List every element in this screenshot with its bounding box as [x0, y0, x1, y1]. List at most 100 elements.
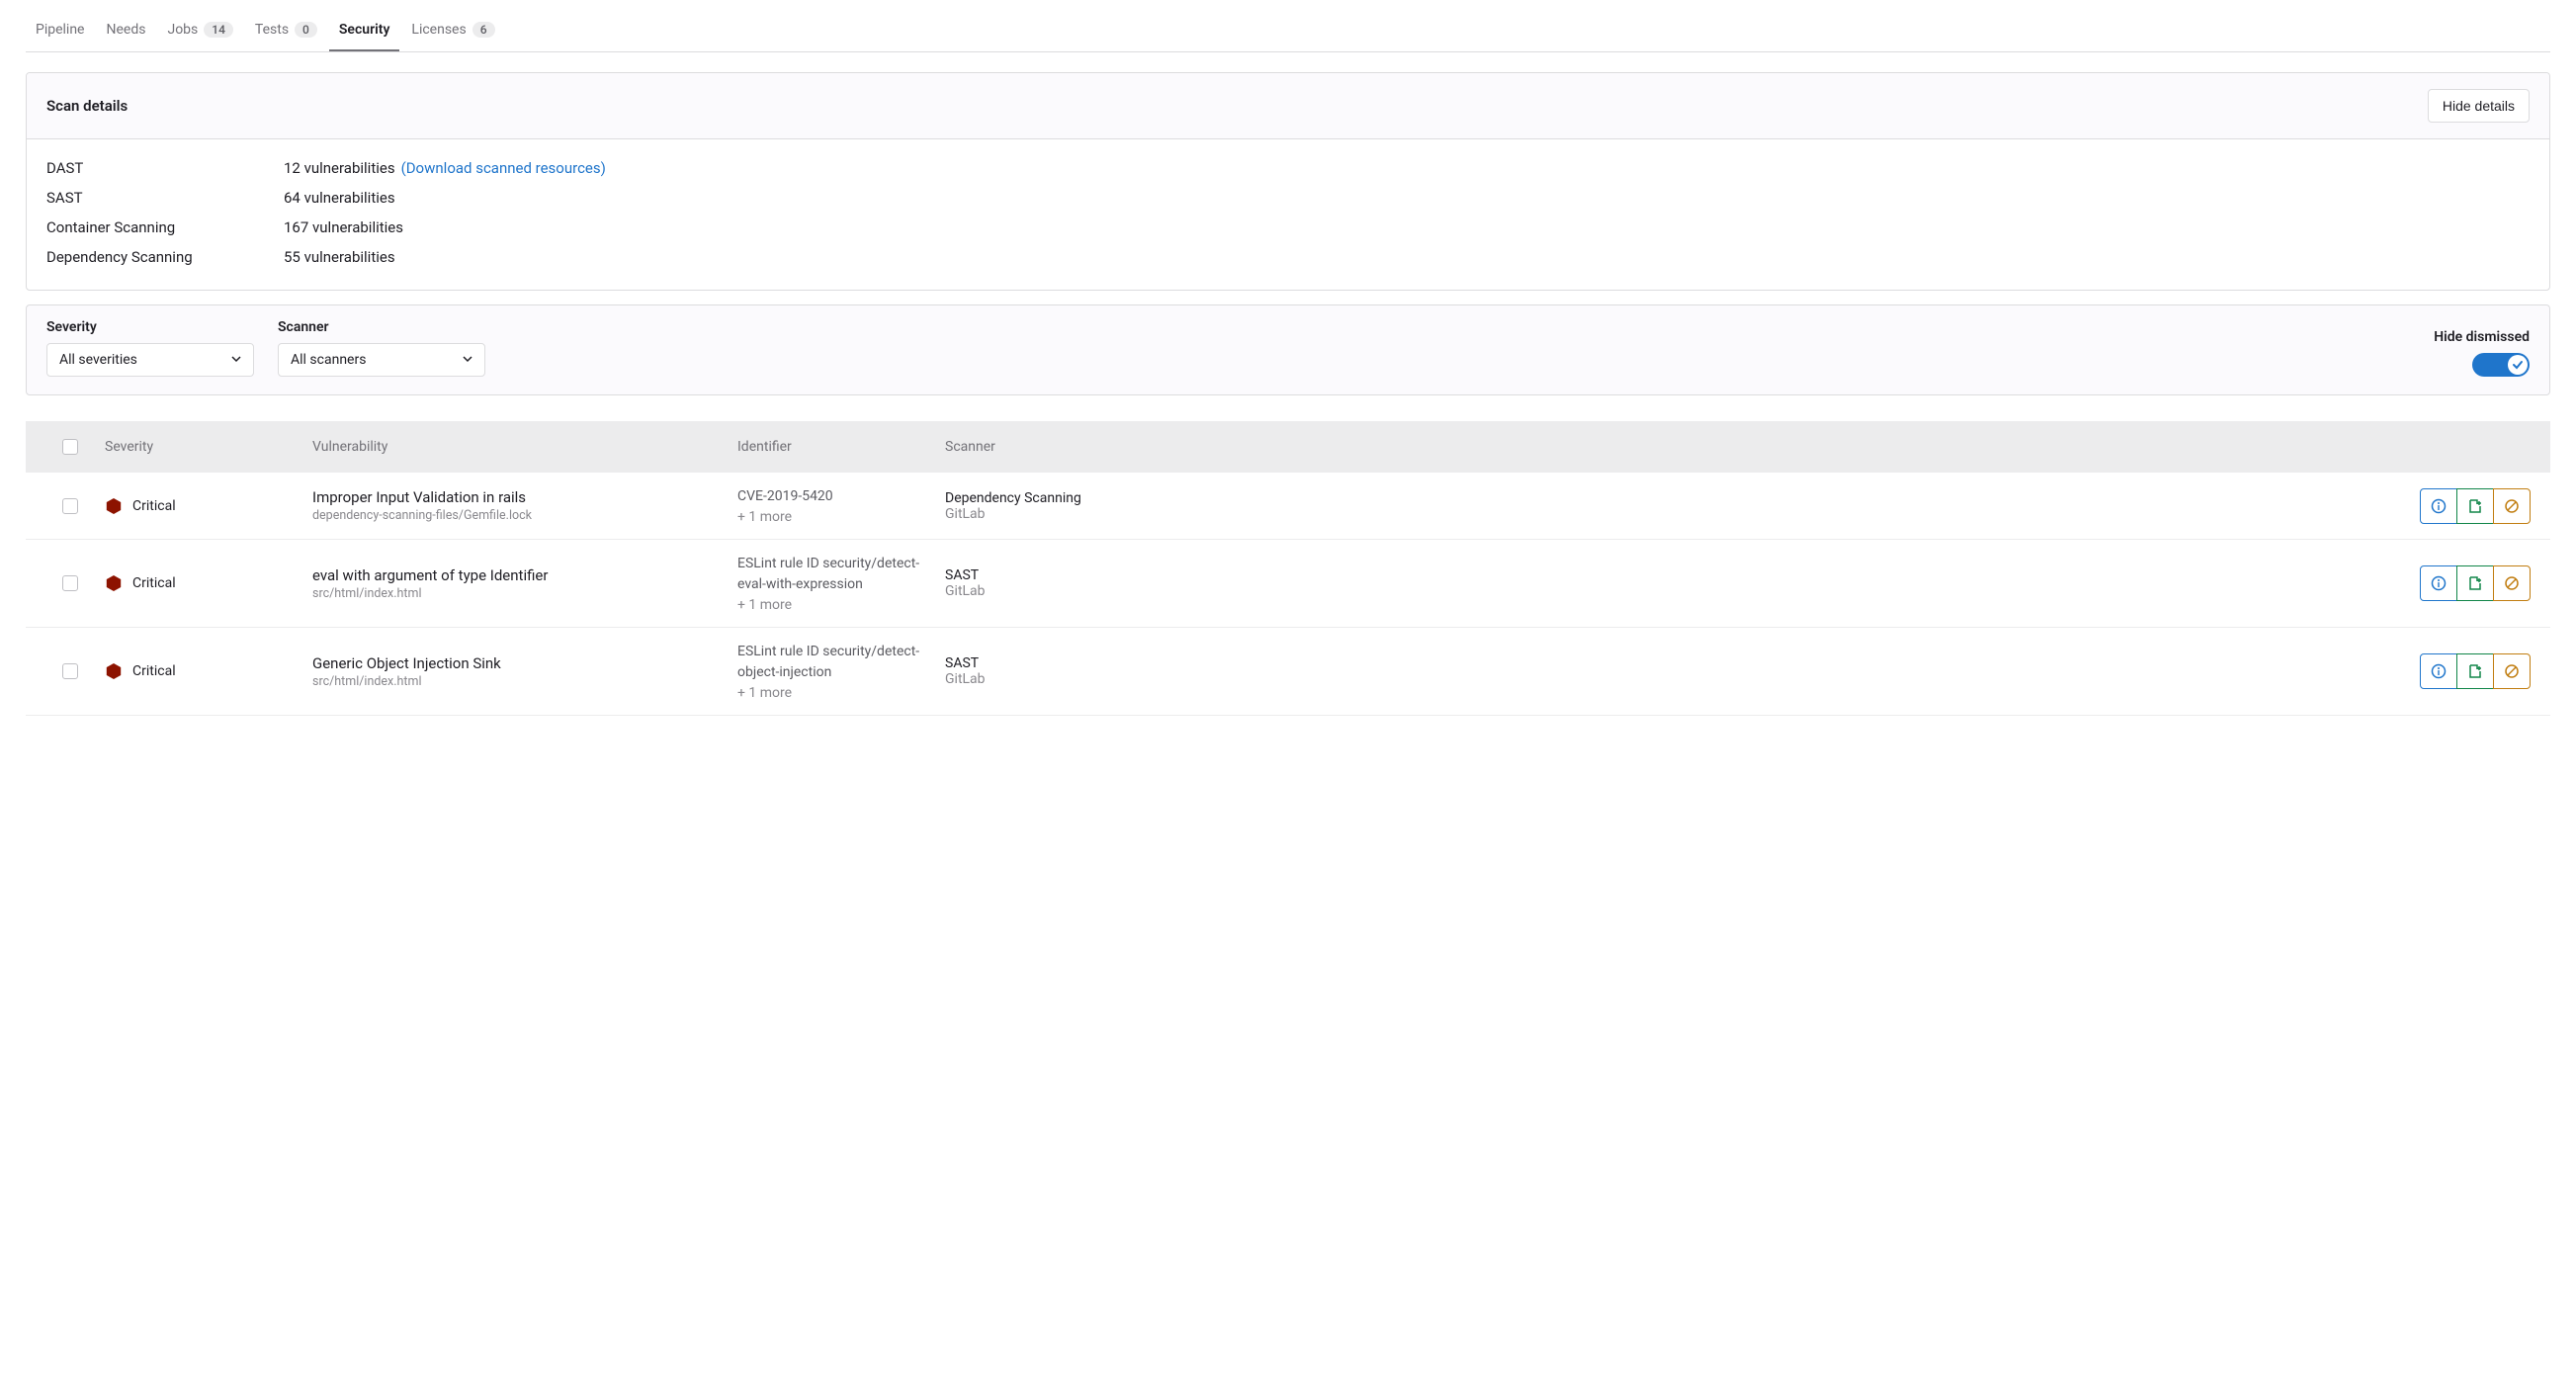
row-checkbox[interactable]	[62, 575, 78, 591]
actions-cell	[1242, 653, 2540, 689]
tab-label: Licenses	[411, 22, 466, 38]
table-row: Critical Generic Object Injection Sink s…	[26, 628, 2550, 716]
tab-badge: 0	[295, 22, 317, 38]
col-scanner: Scanner	[945, 439, 1242, 455]
scan-value: 64 vulnerabilities	[284, 189, 395, 207]
scanner-select[interactable]: All scanners	[278, 343, 485, 377]
dismiss-icon	[2504, 498, 2520, 514]
scan-label: Container Scanning	[46, 218, 284, 236]
hide-dismissed-group: Hide dismissed	[2434, 329, 2530, 377]
dismiss-button[interactable]	[2493, 653, 2531, 689]
filter-bar: Severity All severities Scanner All scan…	[26, 304, 2550, 395]
tab-jobs[interactable]: Jobs 14	[157, 14, 242, 51]
tab-badge: 6	[472, 22, 495, 38]
identifier-more: + 1 more	[737, 597, 945, 613]
row-checkbox[interactable]	[62, 663, 78, 679]
severity-critical-icon	[105, 574, 123, 592]
vuln-title[interactable]: Improper Input Validation in rails	[312, 488, 737, 506]
scan-label: SAST	[46, 189, 284, 207]
info-icon	[2431, 575, 2447, 591]
scanner-name: SAST	[945, 655, 1242, 671]
scanner-cell: SAST GitLab	[945, 655, 1242, 687]
severity-critical-icon	[105, 497, 123, 515]
filter-label: Scanner	[278, 319, 485, 335]
select-all-checkbox[interactable]	[62, 439, 78, 455]
card-body: DAST 12 vulnerabilities (Download scanned…	[27, 139, 2549, 290]
tab-label: Needs	[107, 22, 146, 38]
severity-critical-icon	[105, 662, 123, 680]
chevron-down-icon	[463, 352, 472, 368]
filter-label: Severity	[46, 319, 254, 335]
vuln-cell: Improper Input Validation in rails depen…	[312, 488, 737, 523]
filter-scanner: Scanner All scanners	[278, 319, 485, 377]
create-issue-button[interactable]	[2456, 488, 2494, 524]
tab-badge: 14	[204, 22, 233, 38]
col-severity: Severity	[105, 439, 312, 455]
severity-name: Critical	[132, 575, 176, 591]
tab-pipeline[interactable]: Pipeline	[26, 14, 95, 51]
scan-row-sast: SAST 64 vulnerabilities	[46, 183, 2530, 213]
scanner-cell: SAST GitLab	[945, 567, 1242, 599]
tab-licenses[interactable]: Licenses 6	[401, 14, 504, 51]
tab-tests[interactable]: Tests0	[245, 14, 327, 51]
dismiss-button[interactable]	[2493, 488, 2531, 524]
select-value: All severities	[59, 352, 137, 368]
actions-cell	[1242, 565, 2540, 601]
scan-label: DAST	[46, 159, 284, 177]
vuln-path: dependency-scanning-files/Gemfile.lock	[312, 508, 737, 523]
severity-cell: Critical	[105, 574, 312, 592]
create-issue-button[interactable]	[2456, 653, 2494, 689]
tab-security[interactable]: Security	[329, 14, 400, 51]
hide-details-button[interactable]: Hide details	[2428, 89, 2530, 123]
tab-label: Jobs	[167, 22, 198, 38]
more-info-button[interactable]	[2420, 565, 2457, 601]
scanner-name: Dependency Scanning	[945, 490, 1242, 506]
scanner-name: SAST	[945, 567, 1242, 583]
hide-dismissed-toggle[interactable]	[2472, 353, 2530, 377]
tabs: Pipeline Needs Jobs 14 Tests0 Security Li…	[26, 0, 2550, 52]
create-issue-button[interactable]	[2456, 565, 2494, 601]
scan-value: 55 vulnerabilities	[284, 248, 395, 266]
actions-cell	[1242, 488, 2540, 524]
tab-needs[interactable]: Needs	[97, 14, 156, 51]
scan-row-dependency: Dependency Scanning 55 vulnerabilities	[46, 242, 2530, 272]
severity-name: Critical	[132, 498, 176, 514]
scan-details-card: Scan details Hide details DAST 12 vulner…	[26, 72, 2550, 291]
new-issue-icon	[2467, 498, 2483, 514]
table-header: Severity Vulnerability Identifier Scanne…	[26, 421, 2550, 473]
identifier-cell: ESLint rule ID security/detect-eval-with…	[737, 554, 945, 613]
more-info-button[interactable]	[2420, 488, 2457, 524]
download-scanned-link[interactable]: (Download scanned resources)	[401, 159, 606, 177]
identifier-text: ESLint rule ID security/detect-object-in…	[737, 642, 945, 683]
identifier-more: + 1 more	[737, 685, 945, 701]
dismiss-icon	[2504, 575, 2520, 591]
vuln-title[interactable]: eval with argument of type Identifier	[312, 566, 737, 584]
severity-cell: Critical	[105, 497, 312, 515]
scan-row-dast: DAST 12 vulnerabilities (Download scanned…	[46, 153, 2530, 183]
more-info-button[interactable]	[2420, 653, 2457, 689]
identifier-more: + 1 more	[737, 509, 945, 525]
tab-label: Security	[339, 22, 390, 38]
filter-severity: Severity All severities	[46, 319, 254, 377]
col-vulnerability: Vulnerability	[312, 439, 737, 455]
new-issue-icon	[2467, 575, 2483, 591]
scan-value: 167 vulnerabilities	[284, 218, 403, 236]
row-checkbox[interactable]	[62, 498, 78, 514]
scan-count: 12 vulnerabilities	[284, 159, 395, 177]
scanner-vendor: GitLab	[945, 583, 1242, 599]
vuln-cell: eval with argument of type Identifier sr…	[312, 566, 737, 601]
toggle-knob	[2508, 355, 2528, 375]
table-row: Critical eval with argument of type Iden…	[26, 540, 2550, 628]
dismiss-button[interactable]	[2493, 565, 2531, 601]
vuln-cell: Generic Object Injection Sink src/html/i…	[312, 654, 737, 689]
tab-label: Pipeline	[36, 22, 85, 38]
vuln-title[interactable]: Generic Object Injection Sink	[312, 654, 737, 672]
severity-cell: Critical	[105, 662, 312, 680]
vulnerability-table: Severity Vulnerability Identifier Scanne…	[26, 421, 2550, 716]
chevron-down-icon	[231, 352, 241, 368]
severity-select[interactable]: All severities	[46, 343, 254, 377]
scan-row-container: Container Scanning 167 vulnerabilities	[46, 213, 2530, 242]
filter-label: Hide dismissed	[2434, 329, 2530, 345]
scanner-vendor: GitLab	[945, 671, 1242, 687]
scan-label: Dependency Scanning	[46, 248, 284, 266]
